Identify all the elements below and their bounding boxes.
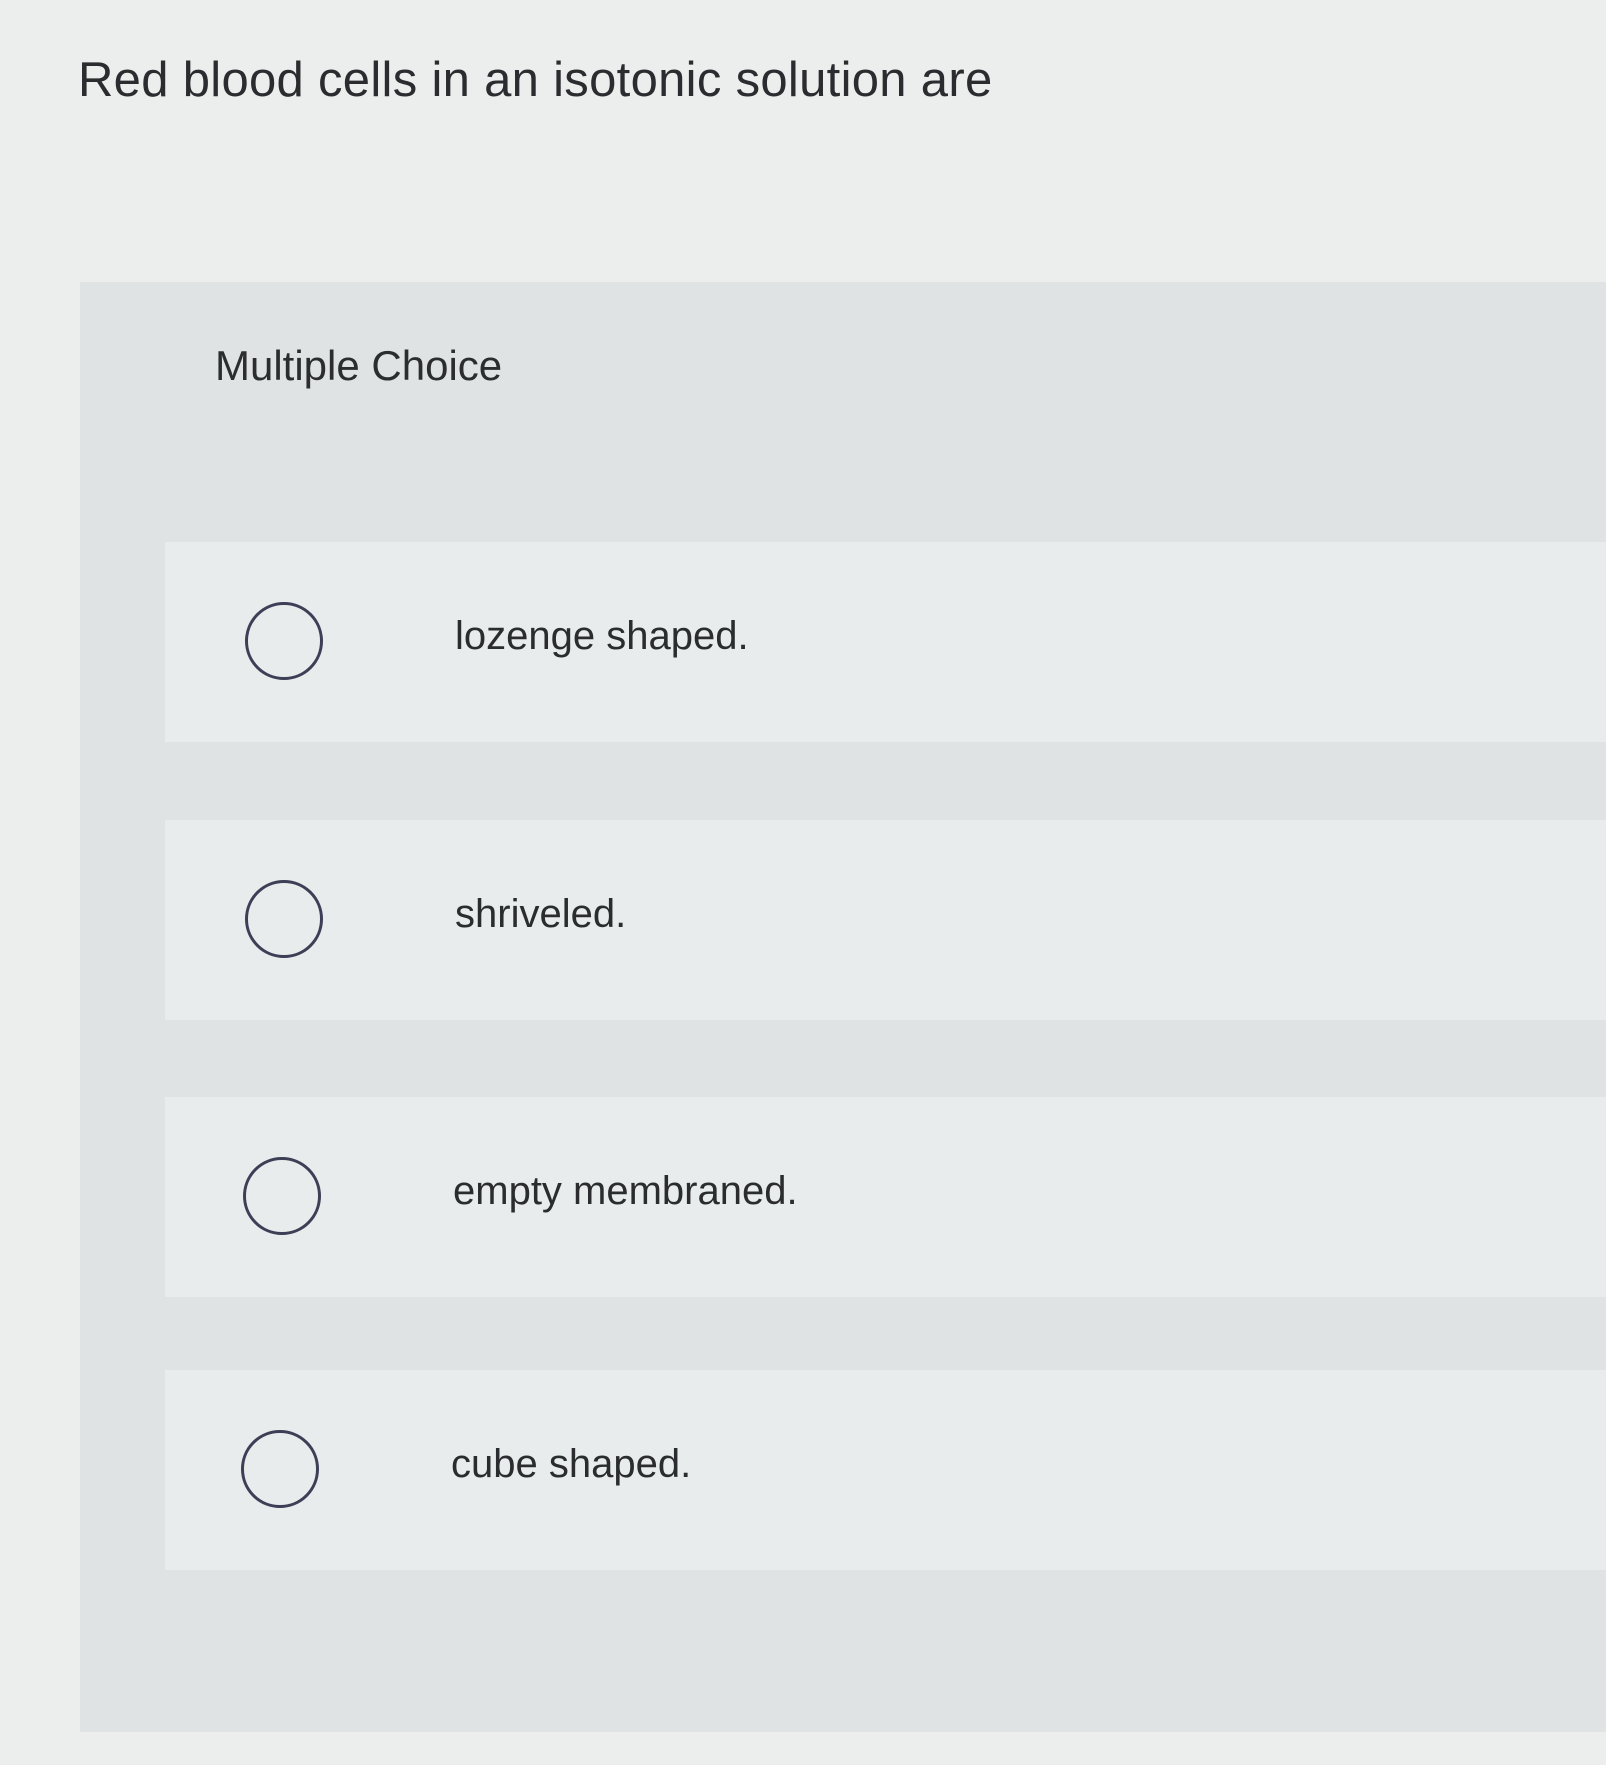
option-lozenge-shaped[interactable]: lozenge shaped. — [165, 542, 1606, 742]
option-label: lozenge shaped. — [455, 614, 749, 658]
question-type-label: Multiple Choice — [215, 342, 503, 389]
radio-button[interactable] — [243, 1157, 321, 1235]
option-shriveled[interactable]: shriveled. — [165, 820, 1606, 1020]
quiz-page: Red blood cells in an isotonic solution … — [0, 0, 1606, 1765]
question-text: Red blood cells in an isotonic solution … — [78, 53, 993, 107]
option-label: cube shaped. — [451, 1442, 692, 1486]
radio-button[interactable] — [245, 880, 323, 958]
option-label: empty membraned. — [453, 1169, 798, 1213]
option-cube-shaped[interactable]: cube shaped. — [165, 1370, 1606, 1570]
option-label: shriveled. — [455, 892, 627, 936]
option-empty-membraned[interactable]: empty membraned. — [165, 1097, 1606, 1297]
radio-button[interactable] — [245, 602, 323, 680]
multiple-choice-panel: Multiple Choice lozenge shaped. shrivele… — [80, 282, 1606, 1732]
radio-button[interactable] — [241, 1430, 319, 1508]
